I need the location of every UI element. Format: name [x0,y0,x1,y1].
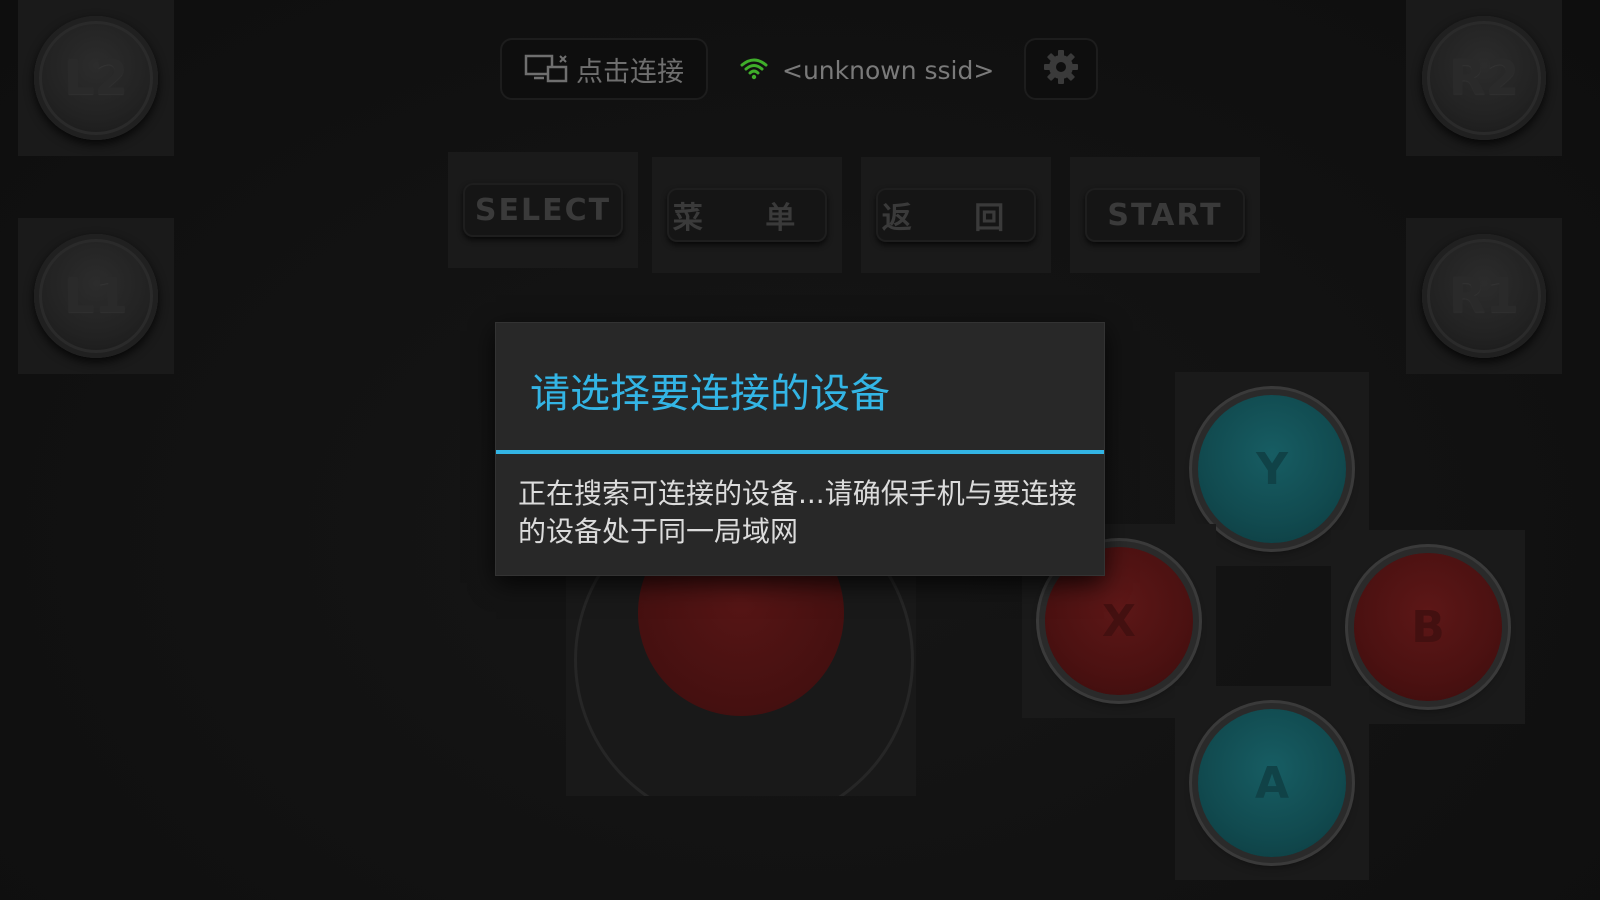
back-button[interactable]: 返 回 [876,188,1036,242]
x-label: X [1102,595,1136,647]
menu-tile: 菜 单 [652,157,842,273]
r1-button[interactable]: R1 [1422,234,1546,358]
settings-button[interactable] [1024,38,1098,100]
start-tile: START [1070,157,1260,273]
l2-button[interactable]: L2 [34,16,158,140]
r1-tile: R1 [1406,218,1562,374]
b-label: B [1411,601,1445,653]
r1-label: R1 [1448,268,1520,324]
ssid-text: <unknown ssid> [782,55,995,85]
dialog-divider [496,450,1104,454]
b-button[interactable]: B [1354,553,1502,701]
a-button[interactable]: A [1198,709,1346,857]
r2-tile: R2 [1406,0,1562,156]
y-label: Y [1256,443,1288,495]
screen-cast-icon [524,53,570,85]
a-label: A [1254,757,1290,809]
a-tile: A [1175,686,1369,880]
device-select-dialog: 请选择要连接的设备 正在搜索可连接的设备...请确保手机与要连接的设备处于同一局… [496,323,1104,575]
select-tile: SELECT [448,152,638,268]
r2-label: R2 [1448,50,1520,106]
gear-icon [1042,48,1080,90]
dialog-message: 正在搜索可连接的设备...请确保手机与要连接的设备处于同一局域网 [518,477,1077,548]
wifi-icon [740,56,768,84]
joystick-area [566,540,916,796]
y-button[interactable]: Y [1198,395,1346,543]
network-status: <unknown ssid> [740,48,994,92]
start-label: START [1107,197,1223,233]
back-label: 返 回 [881,201,1031,236]
l1-button[interactable]: L1 [34,234,158,358]
l1-label: L1 [64,268,128,324]
menu-label: 菜 单 [672,201,822,236]
select-label: SELECT [474,192,612,228]
dialog-title: 请选择要连接的设备 [530,371,890,417]
select-button[interactable]: SELECT [463,183,623,237]
r2-button[interactable]: R2 [1422,16,1546,140]
back-tile: 返 回 [861,157,1051,273]
start-button[interactable]: START [1085,188,1245,242]
l2-label: L2 [64,50,128,106]
l2-tile: L2 [18,0,174,156]
connect-button[interactable]: 点击连接 [500,38,708,100]
l1-tile: L1 [18,218,174,374]
menu-button[interactable]: 菜 单 [667,188,827,242]
connect-label: 点击连接 [576,56,684,88]
gamepad-screen: L2 L1 R2 R1 点击连接 <unknown ssid> SELECT 菜… [0,0,1600,900]
